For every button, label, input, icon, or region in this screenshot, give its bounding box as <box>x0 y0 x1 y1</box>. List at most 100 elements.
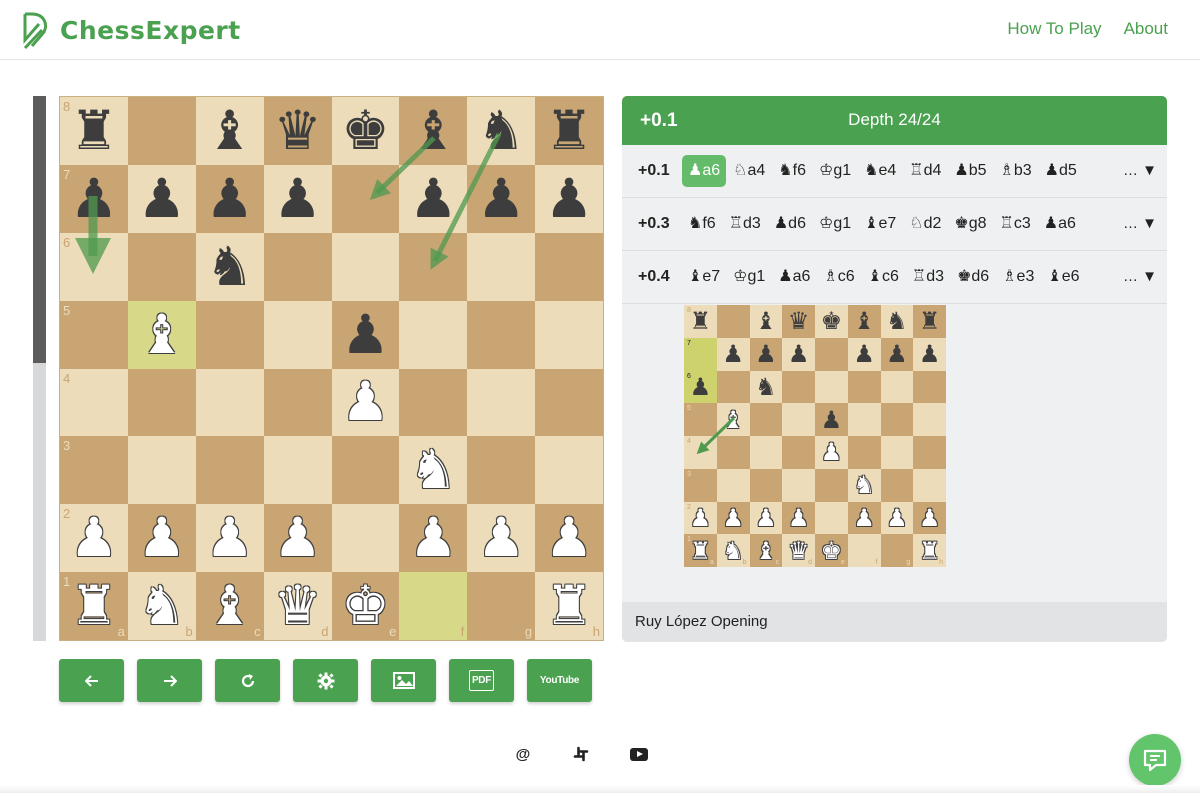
square-f8[interactable]: ♝ <box>399 97 468 165</box>
white-queen[interactable]: ♛ <box>273 579 321 633</box>
square-f3[interactable]: ♞ <box>399 436 468 505</box>
white-pawn[interactable]: ♟ <box>477 511 525 565</box>
white-rook[interactable]: ♜ <box>70 579 118 633</box>
black-bishop[interactable]: ♝ <box>205 103 253 158</box>
square-d3[interactable] <box>263 436 332 505</box>
square-c5[interactable] <box>195 300 264 369</box>
square-c2[interactable]: ♟ <box>195 504 264 573</box>
white-rook[interactable]: ♜ <box>545 579 593 633</box>
email-icon[interactable]: @ <box>513 744 533 764</box>
black-knight[interactable]: ♞ <box>205 239 253 294</box>
square-b1[interactable]: b ♞ <box>127 572 196 640</box>
settings-button[interactable] <box>293 659 358 702</box>
expand-line-toggle[interactable]: … ▼ <box>1123 268 1157 285</box>
square-d5[interactable] <box>263 300 332 369</box>
square-f7[interactable]: ♟ <box>399 164 468 233</box>
square-e6[interactable] <box>331 232 400 301</box>
line-move[interactable]: ♖d3 <box>723 208 767 240</box>
white-pawn[interactable]: ♟ <box>409 511 457 565</box>
square-c7[interactable]: ♟ <box>195 164 264 233</box>
square-b8[interactable] <box>127 97 196 165</box>
expand-line-toggle[interactable]: … ▼ <box>1123 215 1157 232</box>
square-g6[interactable] <box>467 232 536 301</box>
square-h5[interactable] <box>535 300 603 369</box>
square-h1[interactable]: h ♜ <box>535 572 603 640</box>
line-move[interactable]: ♖d3 <box>906 261 950 293</box>
line-move[interactable]: ♝e7 <box>858 208 902 240</box>
square-d4[interactable] <box>263 368 332 437</box>
line-move[interactable]: ♞e4 <box>858 155 902 187</box>
black-pawn[interactable]: ♟ <box>273 171 321 226</box>
square-e1[interactable]: e ♚ <box>331 572 400 640</box>
reset-button[interactable] <box>215 659 280 702</box>
square-g3[interactable] <box>467 436 536 505</box>
line-move[interactable]: ♔g1 <box>813 208 857 240</box>
black-queen[interactable]: ♛ <box>273 103 321 158</box>
nav-how-to-play[interactable]: How To Play <box>1007 19 1101 39</box>
square-g8[interactable]: ♞ <box>467 97 536 165</box>
engine-line[interactable]: +0.3 ♞f6 ♖d3 ♟d6 ♔g1 ♝e7 ♘d2 ♚g8 ♖c3 ♟a6 … ▼ <box>622 198 1167 251</box>
square-b6[interactable] <box>127 232 196 301</box>
square-h4[interactable] <box>535 368 603 437</box>
square-e4[interactable]: ♟ <box>331 368 400 437</box>
square-e3[interactable] <box>331 436 400 505</box>
square-a4[interactable]: 4 <box>60 368 128 437</box>
line-move[interactable]: ♚d6 <box>951 261 995 293</box>
white-pawn[interactable]: ♟ <box>545 511 593 565</box>
white-pawn[interactable]: ♟ <box>138 511 186 565</box>
square-a5[interactable]: 5 <box>60 300 128 369</box>
white-knight[interactable]: ♞ <box>409 443 457 497</box>
line-move[interactable]: ♔g1 <box>813 155 857 187</box>
white-pawn[interactable]: ♟ <box>70 511 118 565</box>
square-h6[interactable] <box>535 232 603 301</box>
line-move[interactable]: ♚g8 <box>948 208 992 240</box>
white-pawn[interactable]: ♟ <box>273 511 321 565</box>
square-b2[interactable]: ♟ <box>127 504 196 573</box>
square-g2[interactable]: ♟ <box>467 504 536 573</box>
black-bishop[interactable]: ♝ <box>409 103 457 158</box>
line-move[interactable]: ♖d4 <box>903 155 947 187</box>
engine-line[interactable]: +0.4 ♝e7 ♔g1 ♟a6 ♗c6 ♝c6 ♖d3 ♚d6 ♗e3 ♝e6 … ▼ <box>622 251 1167 304</box>
square-a6[interactable]: 6 <box>60 232 128 301</box>
line-move[interactable]: ♗c6 <box>817 261 860 293</box>
line-move[interactable]: ♗e3 <box>996 261 1040 293</box>
square-d6[interactable] <box>263 232 332 301</box>
line-move[interactable]: ♘d2 <box>903 208 947 240</box>
square-c8[interactable]: ♝ <box>195 97 264 165</box>
black-king[interactable]: ♚ <box>341 103 389 158</box>
square-g1[interactable]: g <box>467 572 536 640</box>
line-move[interactable]: ♘a4 <box>727 155 771 187</box>
square-a7[interactable]: 7 ♟ <box>60 164 128 233</box>
square-e8[interactable]: ♚ <box>331 97 400 165</box>
black-rook[interactable]: ♜ <box>70 103 118 158</box>
square-c3[interactable] <box>195 436 264 505</box>
square-g5[interactable] <box>467 300 536 369</box>
forward-button[interactable] <box>137 659 202 702</box>
square-f1[interactable]: f <box>399 572 468 640</box>
export-image-button[interactable] <box>371 659 436 702</box>
white-bishop[interactable]: ♝ <box>138 307 186 362</box>
square-a8[interactable]: 8 ♜ <box>60 97 128 165</box>
black-pawn[interactable]: ♟ <box>341 307 389 362</box>
square-g7[interactable]: ♟ <box>467 164 536 233</box>
youtube-icon[interactable] <box>629 744 649 764</box>
back-button[interactable] <box>59 659 124 702</box>
square-d7[interactable]: ♟ <box>263 164 332 233</box>
line-move[interactable]: ♟d6 <box>768 208 812 240</box>
export-pdf-button[interactable]: PDF <box>449 659 514 702</box>
chat-button[interactable] <box>1129 734 1181 786</box>
line-move[interactable]: ♟b5 <box>948 155 992 187</box>
logo[interactable]: ChessExpert <box>22 10 241 50</box>
square-b5[interactable]: ♝ <box>127 300 196 369</box>
square-c1[interactable]: c ♝ <box>195 572 264 640</box>
square-b4[interactable] <box>127 368 196 437</box>
black-pawn[interactable]: ♟ <box>70 171 118 226</box>
line-move[interactable]: ♝e6 <box>1041 261 1085 293</box>
white-pawn[interactable]: ♟ <box>205 511 253 565</box>
square-h2[interactable]: ♟ <box>535 504 603 573</box>
square-c6[interactable]: ♞ <box>195 232 264 301</box>
line-move[interactable]: ♔g1 <box>727 261 771 293</box>
square-d8[interactable]: ♛ <box>263 97 332 165</box>
black-pawn[interactable]: ♟ <box>545 171 593 226</box>
line-move[interactable]: ♟d5 <box>1039 155 1083 187</box>
